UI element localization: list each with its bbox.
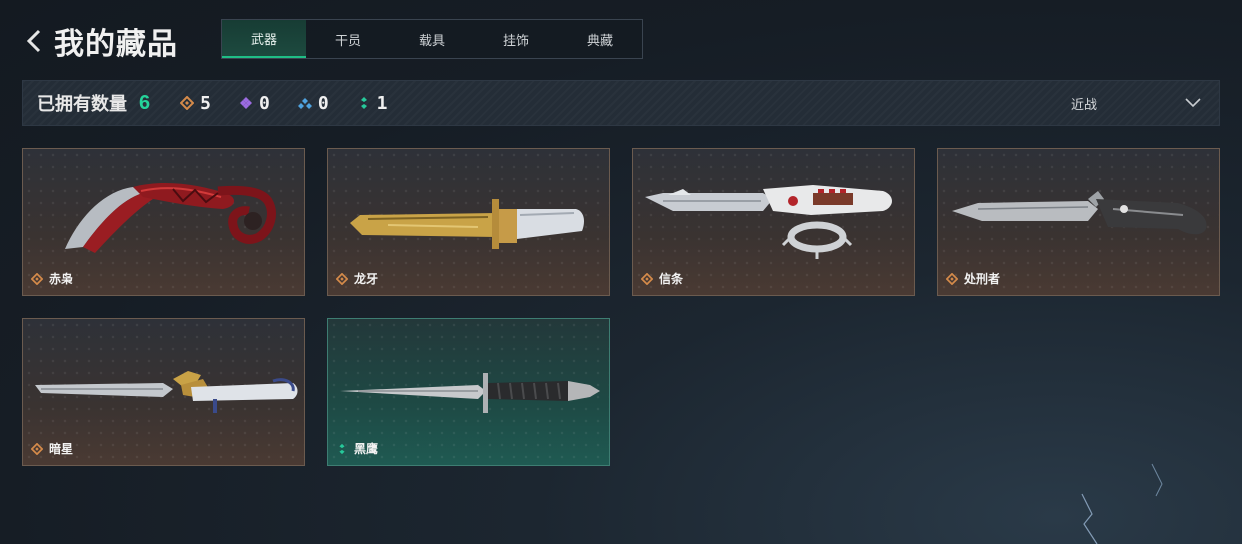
page-title: 我的藏品 [54,28,178,61]
weapon-card[interactable]: 黑鹰 [327,318,610,466]
weapon-label: 黑鹰 [336,440,378,457]
orange-diamond-icon [946,272,958,285]
weapon-name: 暗星 [49,442,74,456]
back-button[interactable] [22,26,46,56]
orange-diamond-icon [180,96,195,110]
tab-collection[interactable]: 典藏 [558,20,642,58]
green-rarity-icon [339,443,345,454]
rarity-stat-green: 1 [357,93,388,114]
rarity-stat-purple: 0 [239,93,270,114]
weapon-label: 龙牙 [336,270,378,287]
background-lightning [1081,463,1163,544]
tab-operators[interactable]: 干员 [306,20,390,58]
weapon-card[interactable]: 龙牙 [327,148,610,296]
chevron-left-icon [26,29,41,53]
sort-dropdown[interactable]: 近战 [1071,81,1201,125]
weapon-name: 龙牙 [354,272,379,286]
orange-diamond-icon [336,272,348,285]
rarity-count: 1 [376,92,388,114]
blue-diamond-icon [297,98,312,109]
orange-diamond-icon [31,442,43,455]
weapon-name: 黑鹰 [354,442,379,456]
weapon-label: 信条 [641,270,683,287]
green-rarity-icon [360,97,367,109]
weapon-label: 处刑者 [946,270,1000,287]
stats-bar: 已拥有数量 6 5 0 0 1 近战 [22,80,1220,126]
weapon-name: 处刑者 [964,272,1001,286]
rarity-stat-orange: 5 [180,93,211,114]
weapon-label: 赤枭 [31,270,73,287]
owned-count-value: 6 [139,91,151,114]
chevron-down-icon [1185,98,1201,108]
orange-diamond-icon [31,272,43,285]
sort-label: 近战 [1071,96,1098,112]
tab-charms[interactable]: 挂饰 [474,20,558,58]
rarity-count: 0 [317,92,329,114]
tab-weapons[interactable]: 武器 [222,20,306,58]
tab-vehicles[interactable]: 载具 [390,20,474,58]
rarity-count: 5 [200,92,211,114]
weapon-name: 赤枭 [49,272,74,286]
rarity-stat-blue: 0 [297,92,329,114]
rarity-count: 0 [258,92,270,114]
weapon-card[interactable]: 暗星 [22,318,305,466]
weapon-card[interactable]: 处刑者 [937,148,1220,296]
orange-diamond-icon [641,272,653,285]
weapon-name: 信条 [659,272,684,286]
page-header: 我的藏品 [22,16,178,66]
purple-diamond-icon [239,97,252,109]
weapon-card[interactable]: 赤枭 [22,148,305,296]
weapon-label: 暗星 [31,440,73,457]
weapon-card[interactable]: 信条 [632,148,915,296]
category-tabs: 武器 干员 载具 挂饰 典藏 [221,19,643,59]
owned-count-label: 已拥有数量 [37,94,127,114]
